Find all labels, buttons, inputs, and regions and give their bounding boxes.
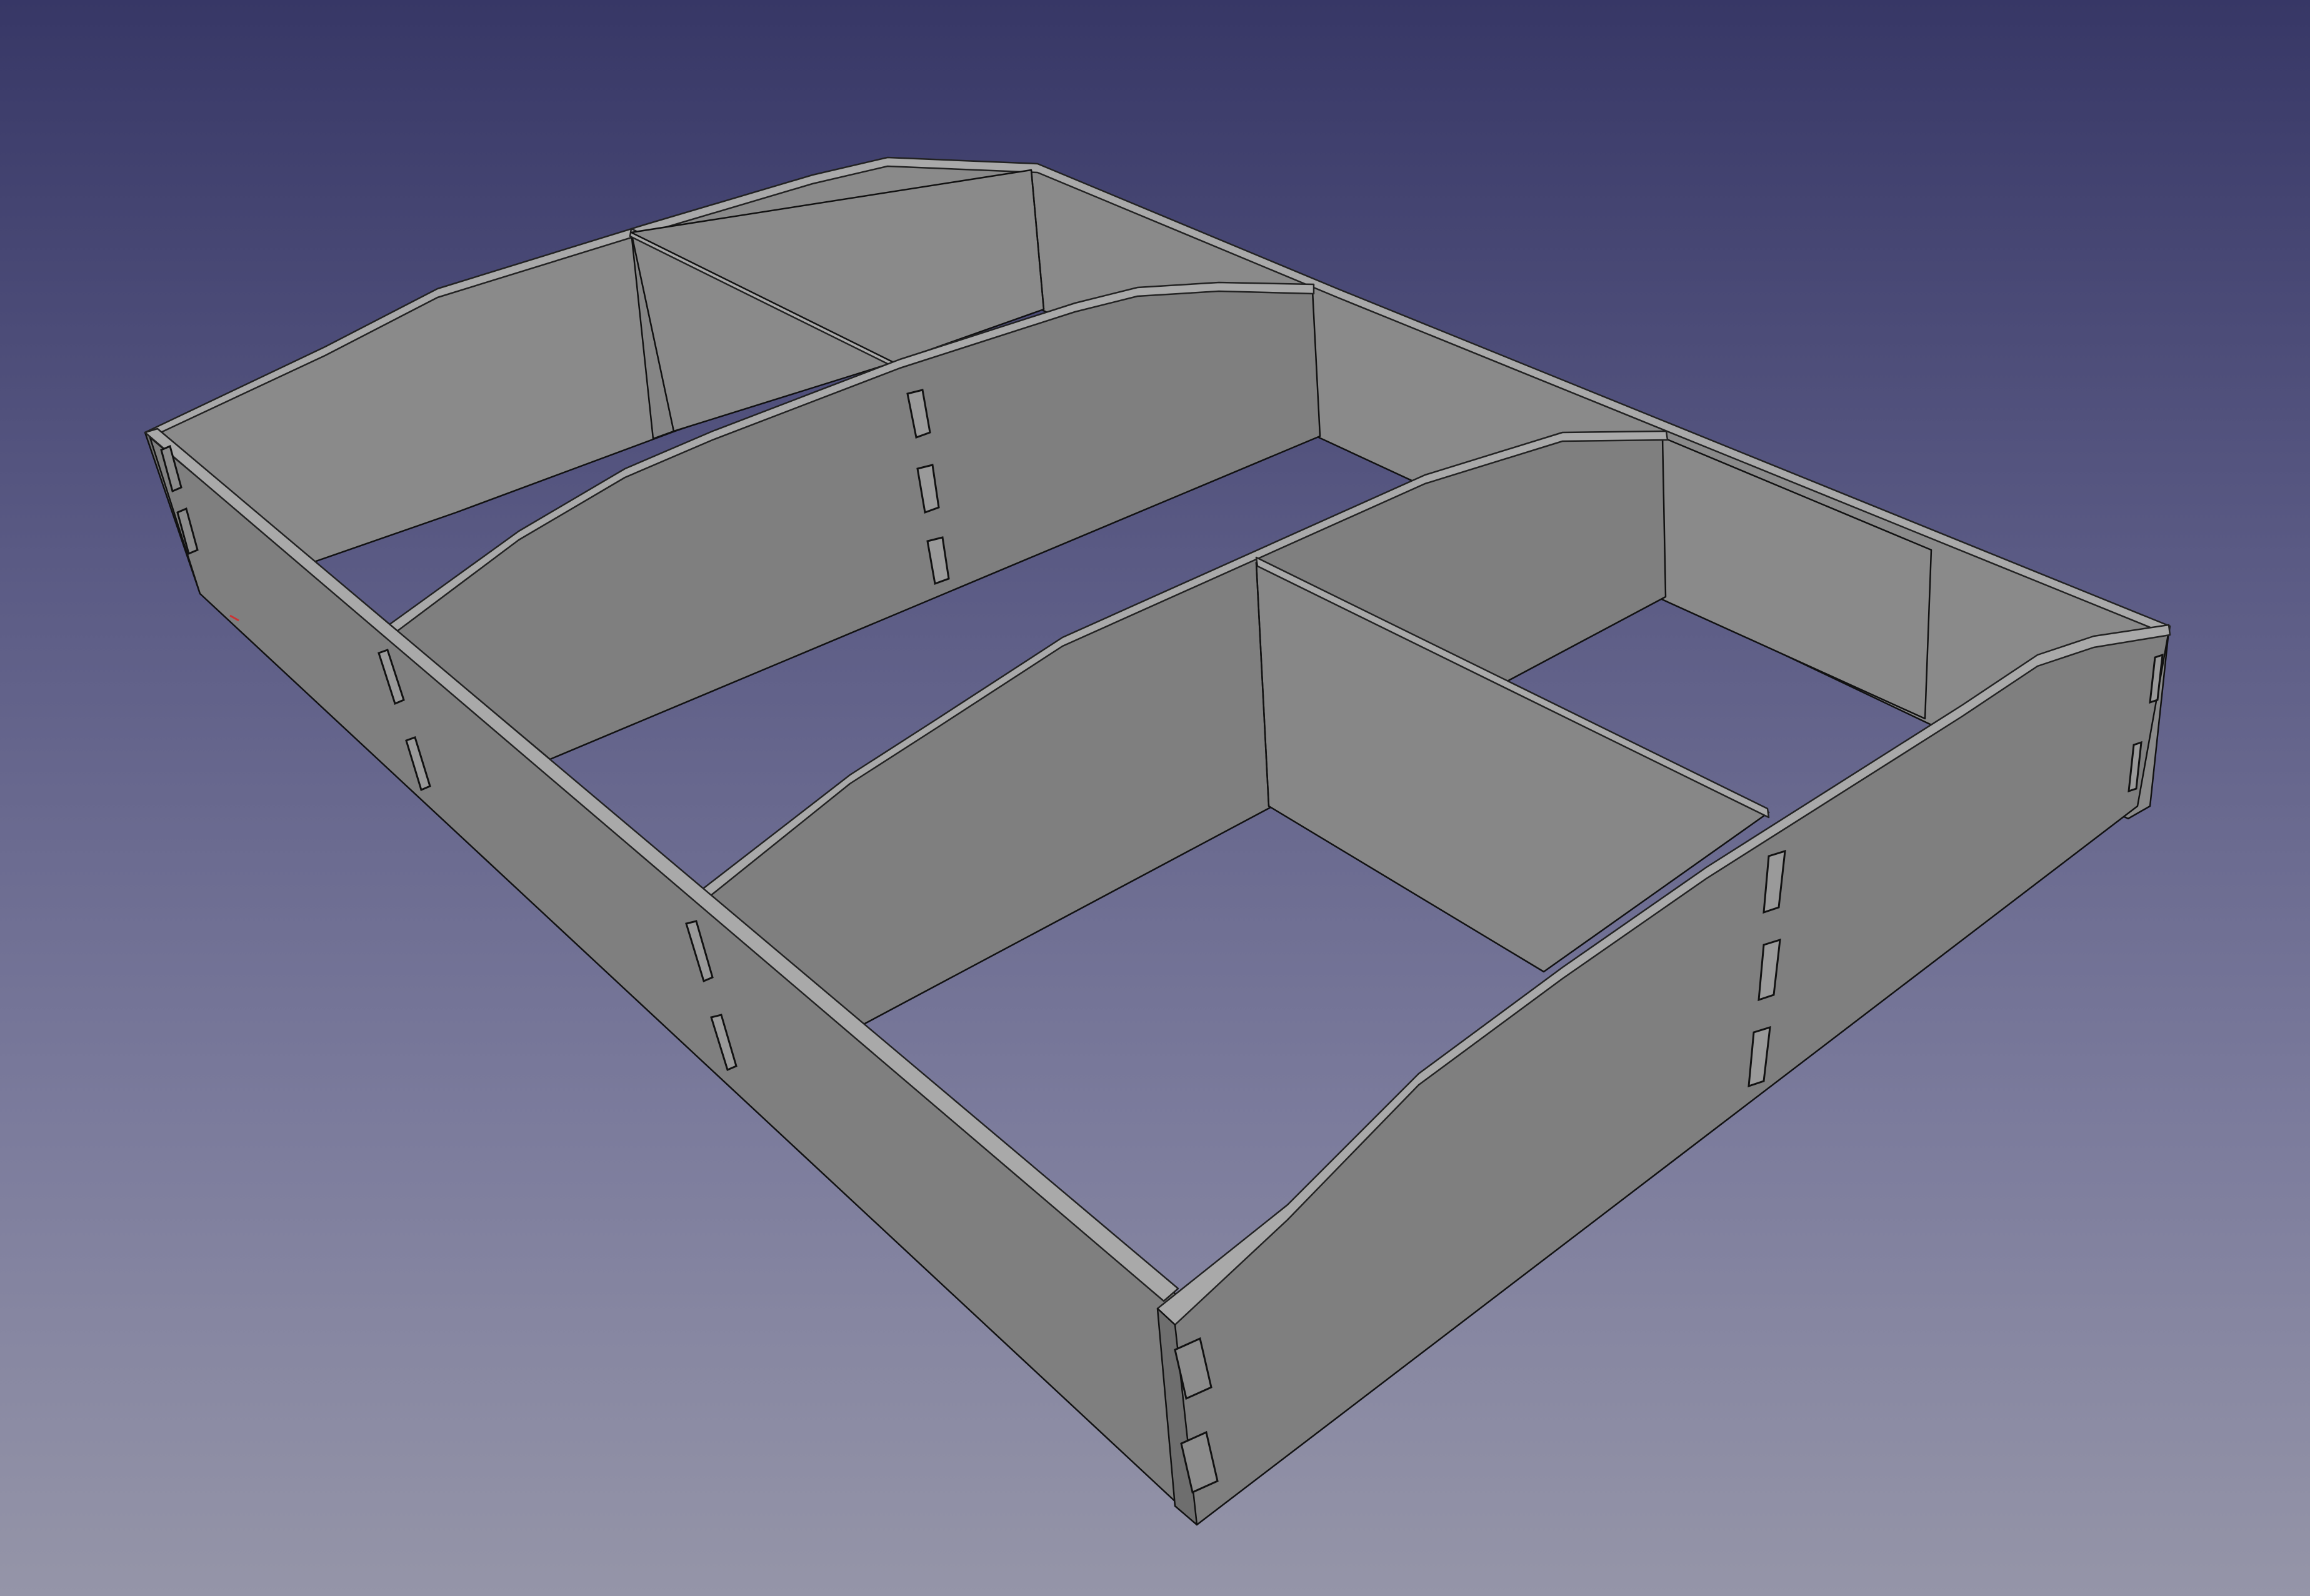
3d-viewport[interactable] [0,0,2310,1596]
3d-model-view[interactable] [0,0,2310,1596]
